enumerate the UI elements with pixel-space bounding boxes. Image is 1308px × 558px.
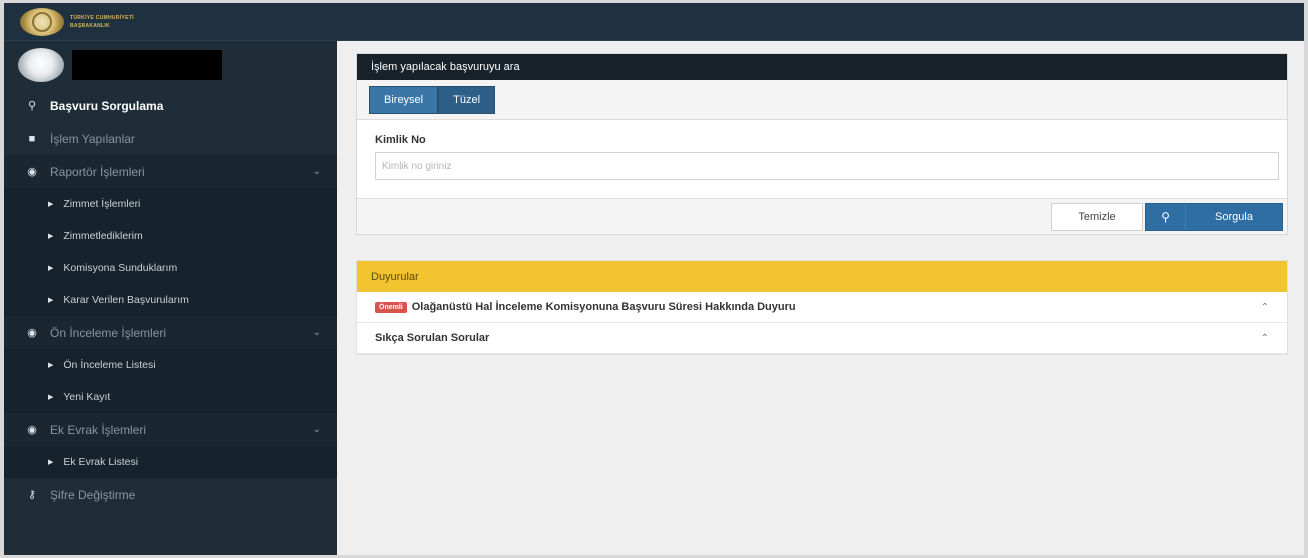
announcements-panel: Duyurular Önemli Olağanüstü Hal İnceleme… [356, 260, 1288, 355]
chevron-down-icon: ⌄ [312, 166, 321, 177]
sidebar-item-label: Şifre Değiştirme [50, 487, 136, 502]
announcement-item[interactable]: Önemli Olağanüstü Hal İnceleme Komisyonu… [357, 292, 1287, 323]
seal-icon [20, 8, 64, 36]
chevron-down-icon: ⌄ [312, 327, 321, 338]
sidebar-item-label: İşlem Yapılanlar [50, 131, 135, 146]
search-icon: ⚲ [1146, 204, 1186, 230]
sidebar: ⚲ Başvuru Sorgulama ■ İşlem Yapılanlar ◉… [4, 41, 337, 555]
sidebar-item-basvuru-sorgulama[interactable]: ⚲ Başvuru Sorgulama [4, 89, 337, 122]
applicant-type-tabs: Bireysel Tüzel [357, 80, 1287, 120]
important-badge: Önemli [375, 301, 407, 313]
logo-line-2: BAŞBAKANLIK [70, 22, 110, 29]
chevron-up-icon[interactable]: ⌃ [1261, 333, 1269, 344]
caret-right-icon: ▶ [48, 265, 54, 272]
sidebar-item-ek-evrak-islemleri[interactable]: ◉ Ek Evrak İşlemleri ⌄ [4, 413, 337, 446]
logo-line-1: TÜRKİYE CUMHURİYETİ [70, 14, 134, 21]
sidebar-item-label: Ek Evrak İşlemleri [50, 422, 147, 437]
submenu-item-label: Ön İnceleme Listesi [63, 359, 156, 371]
faq-text: Sıkça Sorulan Sorular [375, 332, 490, 344]
submenu-item-zimmetlediklerim[interactable]: ▶ Zimmetlediklerim [4, 220, 337, 252]
group-icon: ◉ [27, 424, 37, 436]
file-icon: ■ [28, 132, 36, 145]
sidebar-item-label: Ön İnceleme İşlemleri [50, 325, 167, 340]
caret-right-icon: ▶ [48, 459, 54, 466]
sidebar-item-islem-yapilanlar[interactable]: ■ İşlem Yapılanlar [4, 122, 337, 155]
raportor-submenu: ▶ Zimmet İşlemleri ▶ Zimmetlediklerim ▶ … [4, 188, 337, 316]
submenu-item-label: Karar Verilen Başvurularım [63, 294, 189, 306]
submenu-item-ek-evrak-listesi[interactable]: ▶ Ek Evrak Listesi [4, 446, 337, 478]
submenu-item-label: Ek Evrak Listesi [63, 456, 139, 468]
on-inceleme-submenu: ▶ Ön İnceleme Listesi ▶ Yeni Kayıt [4, 349, 337, 413]
group-icon: ◉ [27, 327, 37, 339]
search-actions: Temizle ⚲ Sorgula [357, 198, 1287, 234]
caret-right-icon: ▶ [48, 201, 54, 208]
announcements-title: Duyurular [357, 261, 1287, 292]
submenu-item-komisyona-sunduklarim[interactable]: ▶ Komisyona Sunduklarım [4, 252, 337, 284]
submenu-item-label: Komisyona Sunduklarım [63, 262, 178, 274]
caret-right-icon: ▶ [48, 362, 54, 369]
search-button[interactable]: ⚲ Sorgula [1145, 203, 1283, 231]
submenu-item-karar-verilen[interactable]: ▶ Karar Verilen Başvurularım [4, 284, 337, 316]
ek-evrak-submenu: ▶ Ek Evrak Listesi [4, 446, 337, 478]
submenu-item-label: Zimmetlediklerim [63, 230, 143, 242]
search-form: Kimlik No [357, 120, 1287, 198]
logo[interactable]: TÜRKİYE CUMHURİYETİ BAŞBAKANLIK [20, 8, 134, 36]
main-content: İşlem yapılacak başvuruyu ara Bireysel T… [337, 41, 1304, 555]
tab-tuzel[interactable]: Tüzel [438, 86, 496, 114]
search-panel-title: İşlem yapılacak başvuruyu ara [357, 54, 1287, 80]
sidebar-item-label: Raportör İşlemleri [50, 164, 145, 179]
key-icon: ⚷ [27, 489, 37, 501]
search-button-label: Sorgula [1215, 211, 1253, 223]
chevron-down-icon: ⌄ [312, 424, 321, 435]
kimlik-no-label: Kimlik No [375, 134, 426, 146]
faq-item[interactable]: Sıkça Sorulan Sorular ⌃ [357, 323, 1287, 354]
clear-button[interactable]: Temizle [1051, 203, 1143, 231]
announcement-text: Olağanüstü Hal İnceleme Komisyonuna Başv… [411, 301, 796, 313]
submenu-item-label: Yeni Kayıt [63, 391, 111, 403]
submenu-item-zimmet-islemleri[interactable]: ▶ Zimmet İşlemleri [4, 188, 337, 220]
sidebar-item-raportor-islemleri[interactable]: ◉ Raportör İşlemleri ⌄ [4, 155, 337, 188]
search-icon: ⚲ [27, 100, 37, 112]
avatar [18, 48, 64, 82]
user-row [4, 41, 337, 89]
top-bar: TÜRKİYE CUMHURİYETİ BAŞBAKANLIK [4, 3, 1304, 41]
username-redacted [72, 50, 222, 80]
group-icon: ◉ [27, 166, 37, 178]
caret-right-icon: ▶ [48, 394, 54, 401]
kimlik-no-input[interactable] [375, 152, 1279, 180]
submenu-item-on-inceleme-listesi[interactable]: ▶ Ön İnceleme Listesi [4, 349, 337, 381]
sidebar-item-sifre-degistirme[interactable]: ⚷ Şifre Değiştirme [4, 478, 337, 511]
chevron-up-icon[interactable]: ⌃ [1261, 302, 1269, 313]
tab-bireysel[interactable]: Bireysel [369, 86, 439, 114]
sidebar-item-label: Başvuru Sorgulama [50, 98, 164, 113]
caret-right-icon: ▶ [48, 297, 54, 304]
search-panel: İşlem yapılacak başvuruyu ara Bireysel T… [356, 53, 1288, 235]
caret-right-icon: ▶ [48, 233, 54, 240]
submenu-item-yeni-kayit[interactable]: ▶ Yeni Kayıt [4, 381, 337, 413]
sidebar-item-on-inceleme-islemleri[interactable]: ◉ Ön İnceleme İşlemleri ⌄ [4, 316, 337, 349]
submenu-item-label: Zimmet İşlemleri [63, 198, 141, 210]
app-window: TÜRKİYE CUMHURİYETİ BAŞBAKANLIK ⚲ Başvur… [4, 3, 1304, 555]
